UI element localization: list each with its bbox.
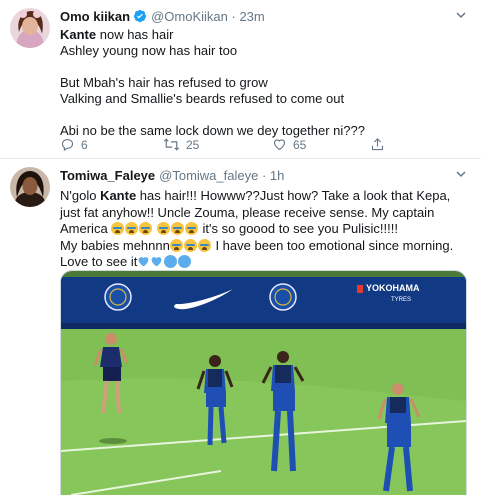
- tweet-line: Abi no be the same lock down we dey toge…: [60, 123, 365, 138]
- caret-down-icon[interactable]: [455, 168, 467, 183]
- like-button[interactable]: 65: [272, 137, 306, 152]
- display-name[interactable]: Tomiwa_Faleye: [60, 168, 155, 183]
- tweet-text-span: My babies mehnnn: [60, 237, 170, 253]
- verified-icon: [133, 9, 147, 26]
- tweet-media-image[interactable]: YOKOHAMA TYRES: [60, 270, 467, 495]
- tweet-header: Omo kiikan @OmoKiikan · 23m: [60, 9, 451, 27]
- tweet-text: Kante now has hair Ashley young now has …: [60, 27, 457, 139]
- sponsor-subtext: TYRES: [391, 297, 411, 303]
- avatar[interactable]: [10, 8, 50, 48]
- tweet-line: Kante now has hair: [60, 27, 457, 43]
- tweet-text-span: N'golo: [60, 188, 101, 203]
- timestamp[interactable]: 1h: [270, 168, 284, 183]
- crying-emoji-icon: [139, 222, 153, 235]
- separator-dot: ·: [261, 168, 267, 183]
- display-name[interactable]: Omo kiikan: [60, 9, 130, 24]
- retweet-button[interactable]: 25: [163, 137, 199, 152]
- avatar[interactable]: [10, 167, 50, 207]
- reply-count: 6: [81, 137, 88, 152]
- crying-emoji-icon: [184, 222, 198, 235]
- chelsea-crest-icon: [269, 283, 297, 311]
- crying-emoji-icon: [183, 238, 197, 252]
- separator-dot: ·: [231, 9, 236, 24]
- retweet-icon: [163, 137, 180, 152]
- user-handle[interactable]: @OmoKiikan: [151, 9, 228, 24]
- crying-emoji-icon: [156, 222, 170, 235]
- tweet-omo-kiikan[interactable]: Omo kiikan @OmoKiikan · 23m Kante now has…: [0, 0, 481, 159]
- reply-button[interactable]: 6: [60, 137, 88, 152]
- crying-emoji-icon: [125, 222, 139, 235]
- crying-emoji-icon: [170, 222, 184, 235]
- tweet-text-span: now has hair: [96, 27, 174, 42]
- blue-circle-icon: [164, 255, 178, 268]
- crying-emoji-icon: [169, 238, 183, 252]
- tweet-line: But Mbah's hair has refused to grow: [60, 75, 268, 90]
- sponsor-text: YOKOHAMA: [366, 283, 420, 293]
- reply-icon: [60, 137, 75, 152]
- caret-down-icon[interactable]: [455, 9, 467, 24]
- retweet-count: 25: [186, 137, 200, 152]
- share-button[interactable]: [370, 137, 385, 152]
- like-icon: [272, 137, 287, 152]
- timestamp[interactable]: 23m: [239, 9, 264, 24]
- tweet-header: Tomiwa_Faleye @Tomiwa_faleye · 1h: [60, 168, 451, 186]
- user-handle[interactable]: @Tomiwa_faleye: [159, 168, 258, 183]
- tweet-paragraph: My babies mehnnn I have been too emotion…: [60, 238, 465, 273]
- search-keyword: Kante: [60, 27, 97, 42]
- tweet-text: N'golo Kante has hair!!! Howww??Just how…: [60, 188, 465, 273]
- crying-emoji-icon: [197, 238, 211, 252]
- training-photo: YOKOHAMA TYRES: [61, 271, 466, 495]
- tweet-text-span: it's so goood to see you Pulisic!!!!!: [198, 221, 398, 236]
- tweet-paragraph: N'golo Kante has hair!!! Howww??Just how…: [60, 188, 465, 238]
- crying-emoji-icon: [111, 222, 125, 235]
- like-count: 65: [293, 137, 307, 152]
- tweet-line: Valking and Smallie's beards refused to …: [60, 91, 345, 106]
- blue-circle-icon: [178, 255, 192, 268]
- share-icon: [370, 137, 385, 152]
- search-keyword: Kante: [100, 188, 137, 203]
- tweet-line: Ashley young now has hair too: [60, 43, 238, 58]
- chelsea-crest-icon: [104, 283, 132, 311]
